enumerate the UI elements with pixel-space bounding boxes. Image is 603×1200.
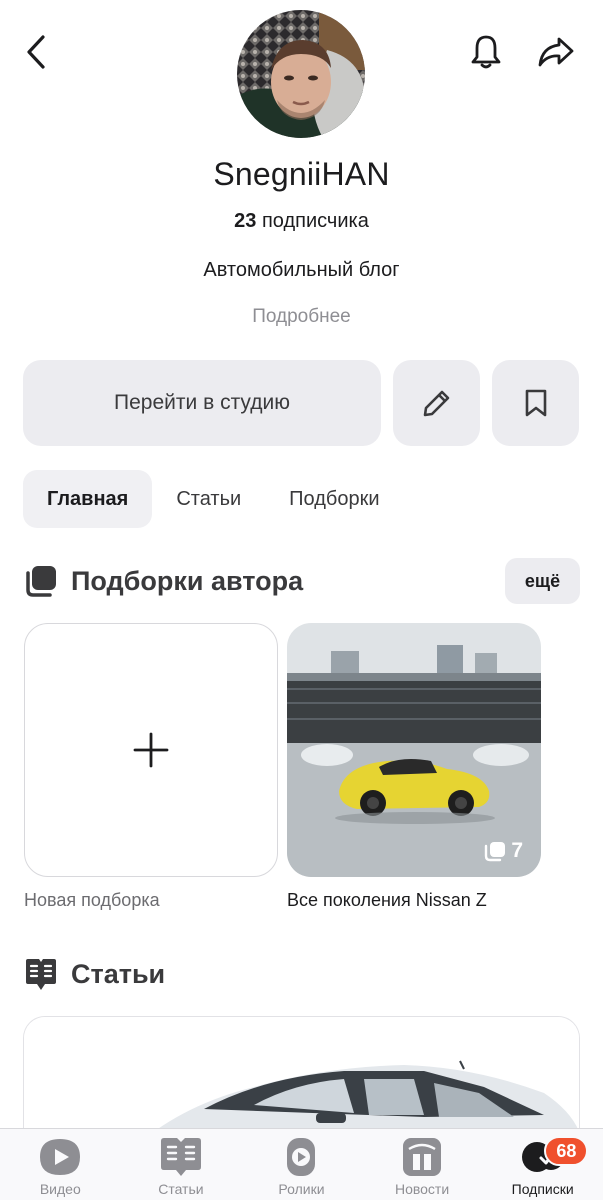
collections-header: Подборки автора: [23, 563, 303, 599]
nav-video-label: Видео: [39, 1181, 81, 1197]
collection-title-nissan-z: Все поколения Nissan Z: [287, 890, 487, 910]
articles-section-icon: [26, 959, 56, 990]
profile-tabs: Главная Статьи Подборки: [23, 470, 404, 528]
bookmark-icon: [525, 389, 546, 417]
nav-subscriptions[interactable]: Подписки 68: [482, 1129, 603, 1200]
notifications-button[interactable]: [466, 30, 506, 74]
profile-name: SnegniiHAN: [213, 156, 390, 192]
subscriptions-badge: 68: [544, 1136, 589, 1166]
articles-icon: [160, 1138, 201, 1176]
bookmark-button[interactable]: [492, 360, 579, 446]
collections-title: Подборки автора: [71, 565, 304, 596]
nav-articles-label: Статьи: [158, 1181, 204, 1197]
video-play-icon: [40, 1139, 81, 1175]
collections-more-button[interactable]: ещё: [505, 558, 580, 604]
new-collection-card[interactable]: [24, 623, 278, 877]
details-link[interactable]: Подробнее: [0, 306, 603, 328]
bell-icon: [471, 35, 501, 69]
collection-count: 7: [483, 839, 523, 863]
nav-shorts[interactable]: Ролики: [241, 1129, 362, 1200]
nav-articles[interactable]: Статьи: [121, 1129, 242, 1200]
chevron-left-icon: [27, 35, 45, 69]
collection-count-value: 7: [511, 839, 523, 862]
nav-news[interactable]: Новости: [362, 1129, 483, 1200]
top-bar: [0, 0, 603, 150]
subscribers-count: 23 подписчика: [0, 210, 603, 233]
nav-shorts-label: Ролики: [278, 1181, 325, 1197]
nav-news-label: Новости: [394, 1181, 450, 1197]
subscribers-label: подписчика: [261, 210, 369, 232]
pencil-icon: [423, 390, 449, 417]
bottom-navigation: Видео Статьи Ролики Новости Подписки 68: [0, 1128, 603, 1200]
nav-video[interactable]: Видео: [0, 1129, 121, 1200]
share-button[interactable]: [534, 30, 578, 74]
tab-articles[interactable]: Статьи: [152, 470, 265, 528]
articles-title: Статьи: [71, 958, 166, 989]
collection-card-nissan-z[interactable]: 7: [287, 623, 541, 877]
subscribers-number: 23: [234, 210, 257, 232]
channel-description: Автомобильный блог: [203, 259, 400, 281]
news-icon: [403, 1138, 442, 1176]
plus-icon: [133, 732, 169, 768]
tab-collections[interactable]: Подборки: [265, 470, 403, 528]
collections-small-icon: [485, 842, 506, 862]
shorts-icon: [287, 1138, 316, 1176]
share-arrow-icon: [538, 37, 574, 67]
tab-main[interactable]: Главная: [23, 470, 153, 528]
collections-icon: [26, 566, 56, 597]
avatar-photo: [237, 10, 365, 138]
articles-header: Статьи: [23, 956, 165, 992]
avatar[interactable]: [237, 10, 365, 138]
back-button[interactable]: [18, 30, 54, 74]
go-to-studio-button[interactable]: Перейти в студию: [23, 360, 381, 446]
nav-subscriptions-label: Подписки: [511, 1181, 574, 1197]
edit-button[interactable]: [393, 360, 480, 446]
new-collection-label: Новая подборка: [24, 890, 160, 910]
